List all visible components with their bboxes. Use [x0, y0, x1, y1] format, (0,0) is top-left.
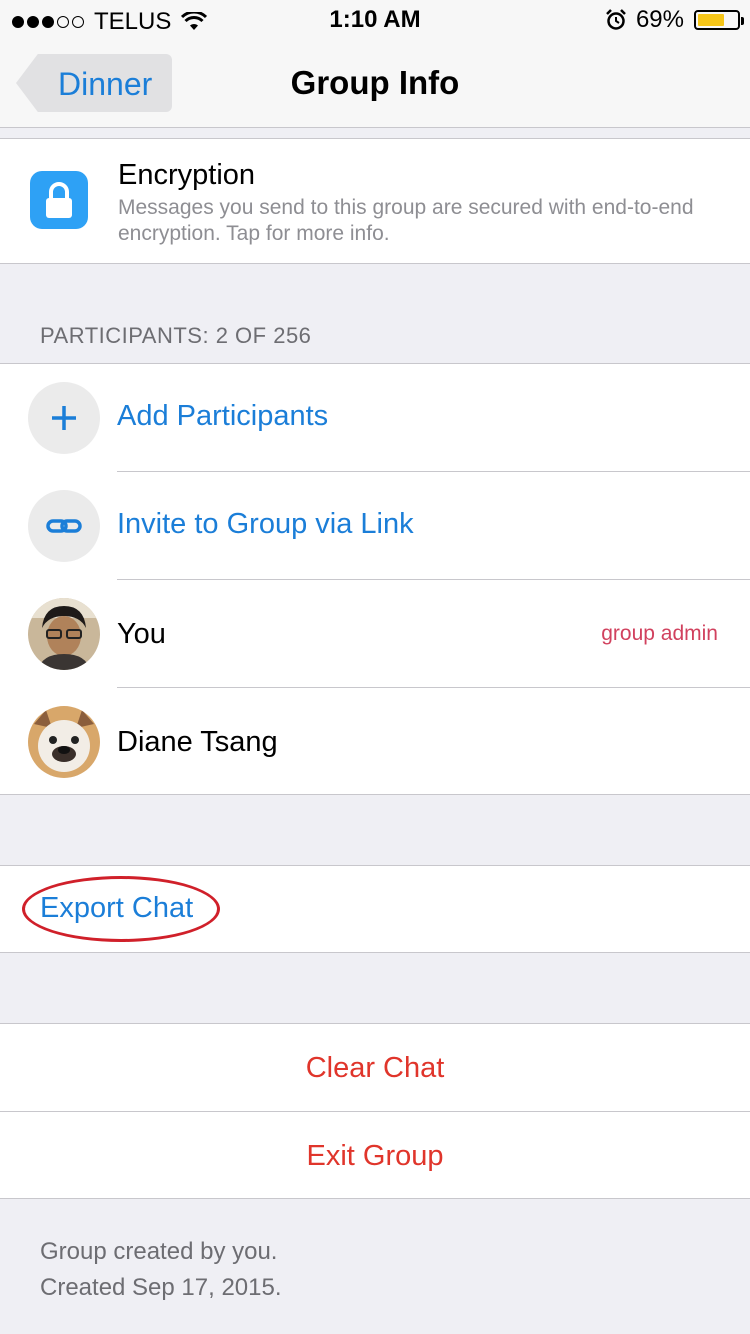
participant-name: You: [117, 618, 166, 650]
status-right: 69%: [606, 6, 744, 34]
battery-icon: [694, 10, 744, 30]
export-chat-row[interactable]: Export Chat: [0, 865, 750, 953]
participant-name: Diane Tsang: [117, 726, 278, 758]
clear-chat-label: Clear Chat: [305, 1052, 445, 1084]
exit-group-label: Exit Group: [306, 1140, 444, 1172]
battery-level: [698, 14, 725, 26]
invite-link-label: Invite to Group via Link: [117, 508, 414, 540]
plus-icon: [28, 382, 100, 454]
footer-created-by: Group created by you.: [40, 1238, 278, 1265]
battery-percent: 69%: [635, 6, 684, 33]
invite-link-row[interactable]: Invite to Group via Link: [0, 472, 750, 580]
link-icon: [28, 490, 100, 562]
clear-chat-button[interactable]: Clear Chat: [0, 1024, 750, 1112]
footer-created-date: Created Sep 17, 2015.: [40, 1274, 282, 1301]
add-participants-label: Add Participants: [117, 400, 329, 432]
admin-badge: group admin: [601, 622, 718, 645]
page-title: Group Info: [290, 64, 460, 101]
destructive-actions: Clear Chat Exit Group: [0, 1023, 750, 1199]
status-bar: TELUS 1:10 AM 69%: [0, 0, 750, 40]
exit-group-button[interactable]: Exit Group: [0, 1112, 750, 1200]
encryption-description: Messages you send to this group are secu…: [118, 196, 694, 245]
participant-row-you[interactable]: You group admin: [0, 580, 750, 688]
encryption-row[interactable]: Encryption Messages you send to this gro…: [0, 138, 750, 264]
lock-icon: [30, 171, 88, 229]
add-participants-row[interactable]: Add Participants: [0, 364, 750, 472]
participants-header: PARTICIPANTS: 2 OF 256: [40, 323, 312, 348]
avatar-diane: [28, 706, 100, 778]
alarm-clock-icon: [606, 9, 626, 30]
annotation-circle: [22, 876, 220, 942]
participants-list: Add Participants Invite to Group via Lin…: [0, 363, 750, 795]
participant-row-diane[interactable]: Diane Tsang: [0, 688, 750, 796]
encryption-title: Encryption: [118, 159, 256, 191]
nav-bar: Dinner Group Info: [0, 40, 750, 128]
avatar-you: [28, 598, 100, 670]
